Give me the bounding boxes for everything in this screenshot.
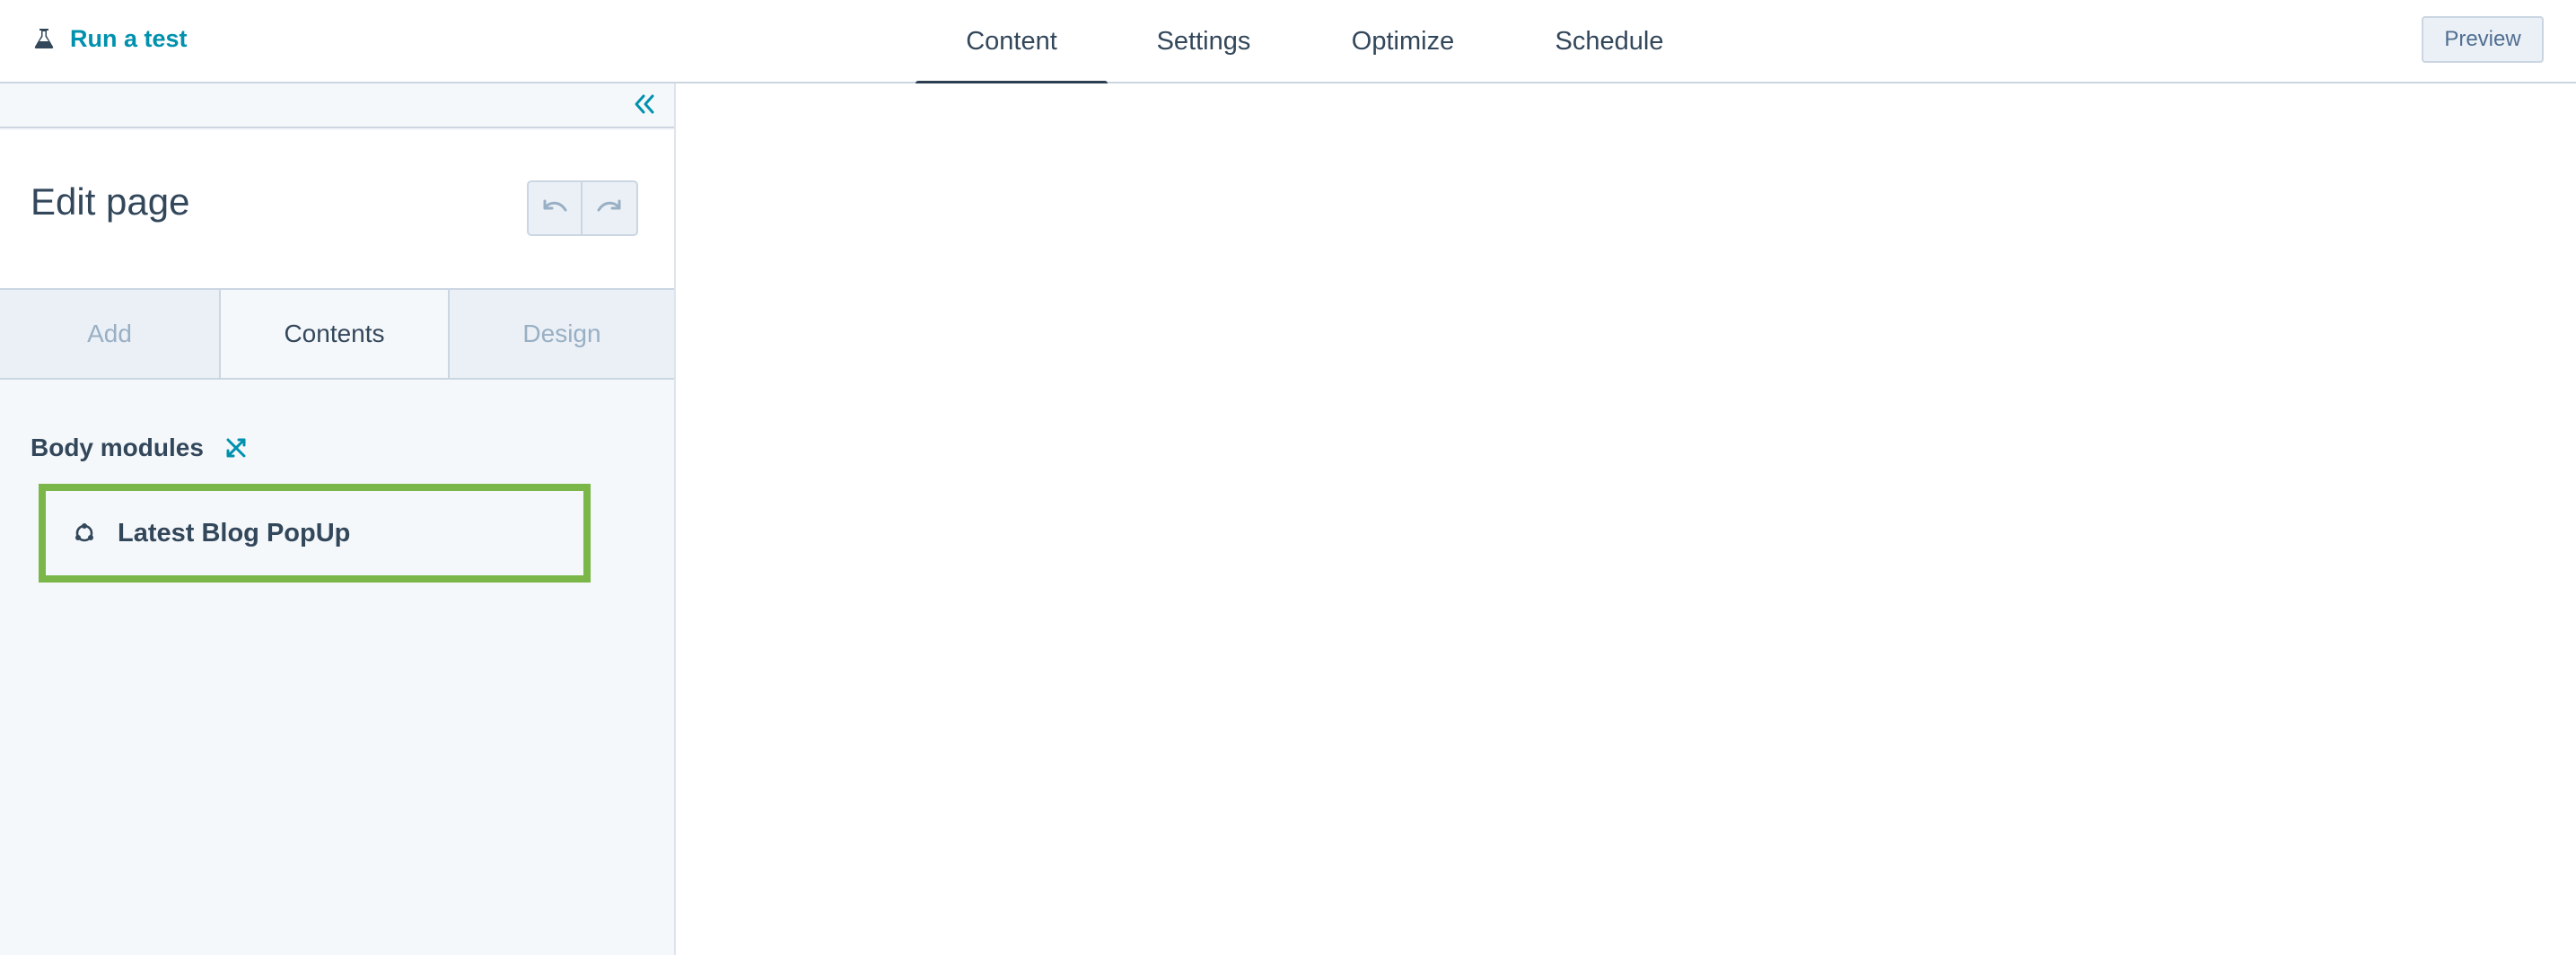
run-a-test-label: Run a test: [70, 24, 188, 52]
tab-settings-label: Settings: [1156, 27, 1251, 56]
main-tabs: Content Settings Optimize Schedule: [916, 0, 1713, 85]
sidebar-tab-contents-label: Contents: [284, 320, 385, 347]
module-icon: [73, 521, 96, 545]
tab-content[interactable]: Content: [916, 0, 1108, 85]
tab-optimize-label: Optimize: [1351, 27, 1455, 56]
undo-icon: [539, 195, 570, 223]
tab-settings[interactable]: Settings: [1108, 0, 1300, 83]
double-chevron-left-icon: [633, 92, 656, 120]
sidebar-collapse-strip: [0, 83, 674, 128]
page-editor-canvas[interactable]: [676, 83, 2576, 955]
redo-button[interactable]: [583, 180, 638, 236]
redo-icon: [594, 195, 625, 223]
body-modules-heading: Body modules: [31, 434, 249, 462]
collapse-sidebar-button[interactable]: [629, 91, 660, 121]
sidebar-tab-add[interactable]: Add: [0, 290, 221, 378]
sidebar-tab-contents[interactable]: Contents: [221, 290, 450, 378]
top-navigation-bar: Run a test Content Settings Optimize Sch…: [0, 0, 2576, 85]
sidebar-tab-design-label: Design: [522, 320, 601, 347]
sidebar-tabs: Add Contents Design: [0, 290, 674, 380]
run-a-test-link[interactable]: Run a test: [32, 20, 188, 57]
tab-schedule-label: Schedule: [1555, 27, 1664, 56]
flask-icon: [32, 27, 56, 50]
editor-sidebar: Edit page Add Contents Design Body modul…: [0, 83, 676, 955]
page-title: Edit page: [31, 180, 190, 223]
tab-content-label: Content: [966, 27, 1057, 56]
tab-optimize[interactable]: Optimize: [1300, 0, 1506, 83]
cross-arrows-icon[interactable]: [223, 435, 249, 460]
sidebar-tab-design[interactable]: Design: [450, 290, 674, 378]
module-item-label: Latest Blog PopUp: [118, 518, 351, 548]
sidebar-tab-add-label: Add: [87, 320, 132, 347]
body-modules-label: Body modules: [31, 434, 204, 461]
undo-redo-group: [527, 180, 638, 236]
tab-schedule[interactable]: Schedule: [1506, 0, 1713, 83]
preview-button[interactable]: Preview: [2422, 16, 2544, 63]
undo-button[interactable]: [527, 180, 583, 236]
module-item-latest-blog-popup[interactable]: Latest Blog PopUp: [39, 484, 591, 583]
